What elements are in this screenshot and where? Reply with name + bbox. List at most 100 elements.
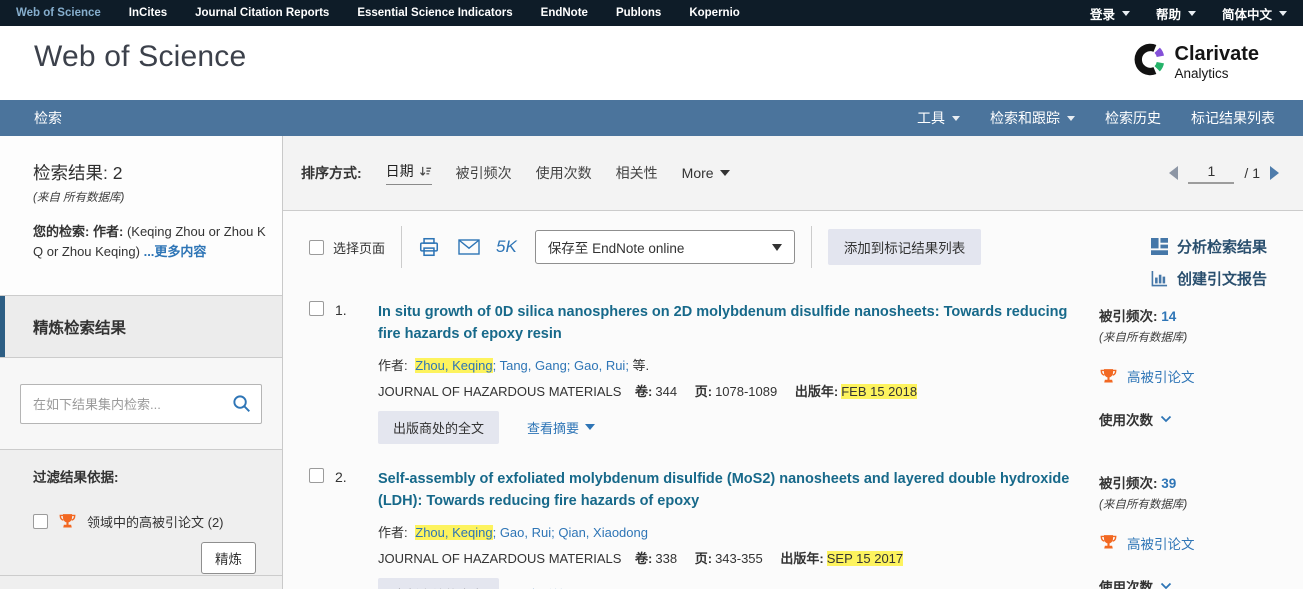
usage-count-toggle[interactable]: 使用次数: [1099, 409, 1295, 429]
caret-down-icon: [1067, 116, 1075, 121]
refine-button-row: 精炼: [33, 542, 262, 574]
sort-by-times-cited[interactable]: 被引频次: [456, 163, 512, 183]
result-checkbox[interactable]: [309, 468, 324, 483]
page-number-input[interactable]: [1188, 163, 1234, 184]
journal-name: JOURNAL OF HAZARDOUS MATERIALS: [378, 551, 621, 566]
author-link-highlighted[interactable]: Zhou, Keqing: [415, 358, 492, 373]
result-body: In situ growth of 0D silica nanospheres …: [368, 301, 1088, 444]
toolbar-divider: [401, 226, 402, 268]
view-abstract-label: 查看摘要: [527, 585, 579, 589]
author-link-highlighted[interactable]: Zhou, Keqing: [415, 525, 492, 540]
pubdate-value: FEB 15 2018: [841, 384, 917, 399]
times-cited-label: 被引频次:: [1099, 309, 1158, 324]
caret-down-icon: [720, 170, 730, 176]
result-authors: 作者: Zhou, Keqing; Tang, Gang; Gao, Rui; …: [378, 355, 1088, 374]
citation-report-link[interactable]: 创建引文报告: [1151, 268, 1267, 289]
result-title-link[interactable]: Self-assembly of exfoliated molybdenum d…: [378, 468, 1078, 513]
product-esi[interactable]: Essential Science Indicators: [357, 7, 512, 19]
product-bar: Web of Science InCites Journal Citation …: [0, 0, 1303, 26]
result-checkbox[interactable]: [309, 301, 324, 316]
highly-cited-badge[interactable]: 高被引论文: [1099, 533, 1295, 553]
times-cited-value[interactable]: 39: [1161, 476, 1176, 491]
author-links[interactable]: ; Gao, Rui; Qian, Xiaodong: [493, 525, 648, 540]
highly-cited-label: 高被引论文: [1127, 533, 1195, 553]
sort-more-label: More: [682, 165, 714, 181]
refine-results-header: 精炼检索结果: [0, 296, 282, 358]
add-to-marked-list-button[interactable]: 添加到标记结果列表: [828, 229, 982, 265]
sort-by-relevance[interactable]: 相关性: [616, 163, 658, 183]
highly-cited-badge[interactable]: 高被引论文: [1099, 366, 1295, 386]
authors-label: 作者:: [378, 358, 408, 373]
product-web-of-science[interactable]: Web of Science: [16, 7, 101, 19]
product-endnote[interactable]: EndNote: [541, 7, 588, 19]
result-source: JOURNAL OF HAZARDOUS MATERIALS 卷:338 页:3…: [378, 548, 1088, 567]
full-text-button[interactable]: 出版商处的全文: [378, 578, 499, 589]
result-number: 1.: [335, 301, 357, 318]
times-cited-label: 被引频次:: [1099, 476, 1158, 491]
author-links[interactable]: ; Tang, Gang; Gao, Rui;: [493, 358, 629, 373]
toolbar-divider: [811, 226, 812, 268]
select-page-checkbox[interactable]: [309, 240, 324, 255]
nav-tools[interactable]: 工具: [917, 108, 960, 128]
email-icon[interactable]: [458, 239, 480, 255]
trophy-icon: [1099, 367, 1118, 386]
nav-search-history[interactable]: 检索历史: [1105, 108, 1161, 128]
sort-by-date[interactable]: 日期: [386, 161, 432, 185]
select-page-control: 选择页面: [309, 238, 385, 257]
sign-in-label: 登录: [1090, 4, 1115, 23]
results-main: 排序方式: 日期 被引频次 使用次数 相关性 More: [283, 136, 1303, 589]
citation-report-icon: [1151, 270, 1168, 287]
times-cited-value[interactable]: 14: [1161, 309, 1176, 324]
full-text-button[interactable]: 出版商处的全文: [378, 411, 499, 444]
refine-search-input[interactable]: [20, 384, 262, 424]
nav-search[interactable]: 检索: [34, 108, 62, 128]
refine-button[interactable]: 精炼: [201, 542, 256, 574]
caret-down-icon: [1188, 11, 1196, 16]
times-cited-source: (来自所有数据库): [1099, 496, 1295, 512]
next-page-icon[interactable]: [1270, 166, 1279, 180]
citation-column: 被引频次: 14 (来自所有数据库) 高被引论文 使用次数: [1099, 305, 1295, 429]
clarivate-logo: Clarivate Analytics: [1129, 41, 1260, 81]
pagination: / 1: [1169, 163, 1279, 184]
product-kopernio[interactable]: Kopernio: [689, 7, 739, 19]
five-k-link[interactable]: 5K: [496, 237, 517, 257]
volume-label: 卷:: [635, 384, 652, 399]
view-abstract-link[interactable]: 查看摘要: [527, 585, 595, 589]
caret-down-icon: [585, 424, 595, 430]
sort-by-usage-count[interactable]: 使用次数: [536, 163, 592, 183]
filter-highly-cited-checkbox[interactable]: [33, 514, 48, 529]
results-source: (来自 所有数据库): [33, 189, 266, 205]
usage-count-toggle[interactable]: 使用次数: [1099, 576, 1295, 589]
search-icon[interactable]: [232, 394, 251, 418]
product-jcr[interactable]: Journal Citation Reports: [195, 7, 329, 19]
analyze-icon: [1151, 238, 1168, 255]
caret-down-icon: [1279, 11, 1287, 16]
product-publons[interactable]: Publons: [616, 7, 661, 19]
prev-page-icon[interactable]: [1169, 166, 1178, 180]
pubdate-label: 出版年:: [795, 384, 838, 399]
web-of-science-page: Web of Science InCites Journal Citation …: [0, 0, 1303, 589]
sort-more-menu[interactable]: More: [682, 165, 730, 181]
sort-by-date-label: 日期: [386, 161, 414, 181]
view-abstract-link[interactable]: 查看摘要: [527, 418, 595, 437]
save-to-endnote-value: 保存至 EndNote online: [548, 237, 685, 257]
printer-icon[interactable]: [418, 236, 440, 258]
nav-searches-alerts[interactable]: 检索和跟踪: [990, 108, 1075, 128]
sign-in-menu[interactable]: 登录: [1090, 4, 1130, 23]
page-title: Web of Science: [34, 40, 246, 74]
result-body: Self-assembly of exfoliated molybdenum d…: [368, 468, 1088, 589]
volume-value: 338: [655, 551, 677, 566]
app-header: Web of Science Clarivate Analytics: [0, 26, 1303, 100]
help-menu[interactable]: 帮助: [1156, 4, 1196, 23]
chevron-down-icon: [1160, 582, 1172, 589]
result-actions: 出版商处的全文 查看摘要: [378, 411, 1088, 444]
analyze-results-link[interactable]: 分析检索结果: [1151, 236, 1267, 257]
analysis-links: 分析检索结果 创建引文报告: [1151, 236, 1267, 289]
nav-marked-list[interactable]: 标记结果列表: [1191, 108, 1275, 128]
account-menu: 登录 帮助 简体中文: [1090, 4, 1287, 23]
language-menu[interactable]: 简体中文: [1222, 4, 1287, 23]
more-link[interactable]: ...更多内容: [144, 244, 207, 259]
save-to-endnote-select[interactable]: 保存至 EndNote online: [535, 230, 795, 264]
result-title-link[interactable]: In situ growth of 0D silica nanospheres …: [378, 301, 1078, 346]
product-incites[interactable]: InCites: [129, 7, 167, 19]
